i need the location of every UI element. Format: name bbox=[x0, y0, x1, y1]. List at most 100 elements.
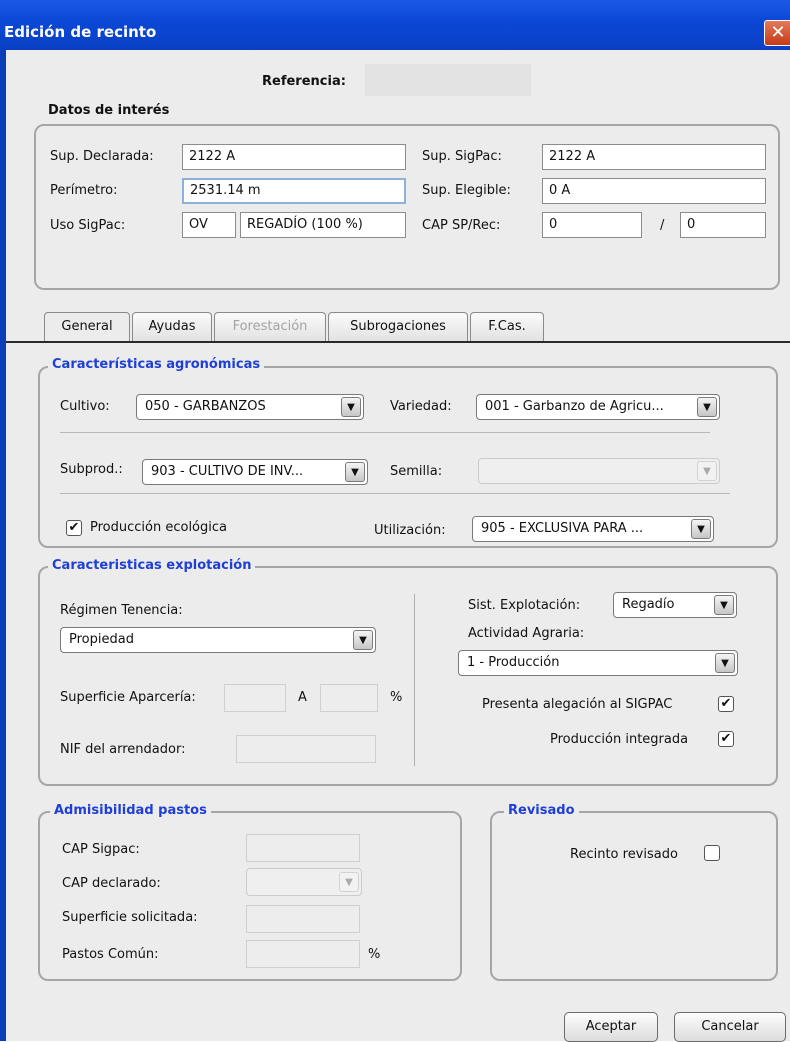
sup-declarada-field[interactable]: 2122 A bbox=[182, 144, 406, 170]
actividad-label: Actividad Agraria: bbox=[468, 626, 585, 641]
cap-sigpac-label: CAP Sigpac: bbox=[62, 842, 140, 857]
pct-aparceria-field bbox=[320, 684, 378, 712]
agro-separator-2 bbox=[60, 493, 730, 494]
tab-subrogaciones-label: Subrogaciones bbox=[350, 319, 446, 334]
regimen-label: Régimen Tenencia: bbox=[60, 603, 183, 618]
tab-fcas-label: F.Cas. bbox=[488, 319, 526, 334]
cap-label: CAP SP/Rec: bbox=[422, 218, 501, 233]
tab-forestacion: Forestación bbox=[214, 312, 326, 341]
uso-desc-field[interactable]: REGADÍO (100 %) bbox=[240, 212, 406, 238]
datos-title: Datos de interés bbox=[48, 103, 170, 118]
cap-sigpac-field bbox=[246, 834, 360, 862]
chevron-down-icon[interactable]: ▼ bbox=[697, 397, 717, 417]
uso-code-field[interactable]: OV bbox=[182, 212, 236, 238]
utilizacion-combo[interactable]: 905 - EXCLUSIVA PARA ... ▼ bbox=[472, 516, 714, 542]
chevron-down-icon[interactable]: ▼ bbox=[353, 630, 373, 650]
alegacion-checkbox[interactable]: ✔ bbox=[718, 696, 734, 712]
sup-sigpac-label: Sup. SigPac: bbox=[422, 149, 502, 164]
chevron-down-icon: ▼ bbox=[697, 461, 717, 481]
tab-general[interactable]: General bbox=[44, 312, 130, 341]
explot-vertical-separator bbox=[414, 594, 415, 766]
prod-eco-label: Producción ecológica bbox=[90, 520, 227, 535]
pastos-comun-label: Pastos Común: bbox=[62, 947, 159, 962]
sup-elegible-field[interactable]: 0 A bbox=[542, 178, 766, 204]
cultivo-value: 050 - GARBANZOS bbox=[145, 399, 266, 414]
prod-eco-checkbox[interactable]: ✔ bbox=[66, 520, 82, 536]
unit-a: A bbox=[298, 690, 307, 705]
perimetro-label: Perímetro: bbox=[50, 183, 118, 198]
recinto-revisado-label: Recinto revisado bbox=[570, 847, 678, 862]
uso-sigpac-label: Uso SigPac: bbox=[50, 218, 126, 233]
tab-general-label: General bbox=[61, 319, 113, 334]
explot-title: Caracteristicas explotación bbox=[48, 558, 256, 573]
window-title: Edición de recinto bbox=[4, 23, 157, 41]
cultivo-label: Cultivo: bbox=[60, 399, 110, 414]
chevron-down-icon[interactable]: ▼ bbox=[715, 653, 735, 673]
revisado-group bbox=[490, 811, 778, 981]
referencia-label: Referencia: bbox=[262, 74, 346, 89]
sup-solicitada-field bbox=[246, 905, 360, 933]
pastos-unit-pct: % bbox=[368, 947, 381, 962]
tab-strip-line bbox=[6, 341, 790, 343]
integrada-label: Producción integrada bbox=[550, 732, 689, 747]
utilizacion-value: 905 - EXCLUSIVA PARA ... bbox=[481, 521, 644, 536]
close-button[interactable]: ✕ bbox=[764, 20, 790, 46]
check-icon: ✔ bbox=[720, 696, 732, 711]
unit-pct: % bbox=[390, 690, 403, 705]
tab-ayudas[interactable]: Ayudas bbox=[132, 312, 212, 341]
close-icon: ✕ bbox=[770, 22, 786, 43]
nif-label: NIF del arrendador: bbox=[60, 742, 186, 757]
cultivo-combo[interactable]: 050 - GARBANZOS ▼ bbox=[136, 394, 364, 420]
cap-rec-field[interactable]: 0 bbox=[680, 212, 766, 238]
integrada-checkbox[interactable]: ✔ bbox=[718, 731, 734, 747]
regimen-value: Propiedad bbox=[69, 632, 134, 647]
variedad-label: Variedad: bbox=[390, 399, 452, 414]
tab-fcas[interactable]: F.Cas. bbox=[470, 312, 544, 341]
sup-declarada-label: Sup. Declarada: bbox=[50, 149, 154, 164]
perimetro-field[interactable]: 2531.14 m bbox=[182, 178, 406, 204]
alegacion-label: Presenta alegación al SIGPAC bbox=[482, 697, 673, 712]
sist-combo[interactable]: Regadío ▼ bbox=[613, 592, 737, 618]
variedad-combo[interactable]: 001 - Garbanzo de Agricu... ▼ bbox=[476, 394, 720, 420]
actividad-combo[interactable]: 1 - Producción ▼ bbox=[458, 650, 738, 676]
title-bar[interactable]: Edición de recinto ✕ bbox=[0, 0, 790, 50]
cap-declarado-label: CAP declarado: bbox=[62, 876, 161, 891]
sist-label: Sist. Explotación: bbox=[468, 598, 581, 613]
chevron-down-icon: ▼ bbox=[339, 872, 359, 892]
chevron-down-icon[interactable]: ▼ bbox=[345, 462, 365, 482]
pastos-title: Admisibilidad pastos bbox=[50, 803, 211, 818]
referencia-field bbox=[365, 64, 531, 96]
tab-subrogaciones[interactable]: Subrogaciones bbox=[328, 312, 468, 341]
subprod-value: 903 - CULTIVO DE INV... bbox=[151, 464, 304, 479]
aceptar-button[interactable]: Aceptar bbox=[564, 1012, 658, 1042]
nif-field bbox=[236, 735, 376, 763]
sup-aparceria-label: Superficie Aparcería: bbox=[60, 690, 196, 705]
agro-separator-1 bbox=[60, 432, 710, 433]
cap-declarado-combo: ▼ bbox=[246, 868, 362, 896]
sist-value: Regadío bbox=[622, 597, 675, 612]
tab-ayudas-label: Ayudas bbox=[148, 319, 196, 334]
chevron-down-icon[interactable]: ▼ bbox=[691, 519, 711, 539]
semilla-label: Semilla: bbox=[390, 464, 443, 479]
check-icon: ✔ bbox=[68, 520, 80, 535]
variedad-value: 001 - Garbanzo de Agricu... bbox=[485, 399, 664, 414]
revisado-title: Revisado bbox=[504, 803, 579, 818]
actividad-value: 1 - Producción bbox=[467, 655, 560, 670]
cap-separator: / bbox=[660, 218, 665, 233]
sup-aparceria-field bbox=[224, 684, 286, 712]
chevron-down-icon[interactable]: ▼ bbox=[341, 397, 361, 417]
check-icon: ✔ bbox=[720, 731, 732, 746]
recinto-revisado-checkbox[interactable] bbox=[704, 845, 720, 861]
semilla-combo: ▼ bbox=[478, 458, 720, 484]
chevron-down-icon[interactable]: ▼ bbox=[714, 595, 734, 615]
cancelar-button[interactable]: Cancelar bbox=[674, 1012, 786, 1042]
agro-title: Características agronómicas bbox=[48, 357, 265, 372]
cap-sp-field[interactable]: 0 bbox=[542, 212, 642, 238]
tab-forestacion-label: Forestación bbox=[232, 319, 308, 334]
pastos-comun-field bbox=[246, 940, 360, 968]
regimen-combo[interactable]: Propiedad ▼ bbox=[60, 627, 376, 653]
subprod-combo[interactable]: 903 - CULTIVO DE INV... ▼ bbox=[142, 459, 368, 485]
sup-elegible-label: Sup. Elegible: bbox=[422, 183, 511, 198]
sup-sigpac-field[interactable]: 2122 A bbox=[542, 144, 766, 170]
utilizacion-label: Utilización: bbox=[374, 523, 446, 538]
